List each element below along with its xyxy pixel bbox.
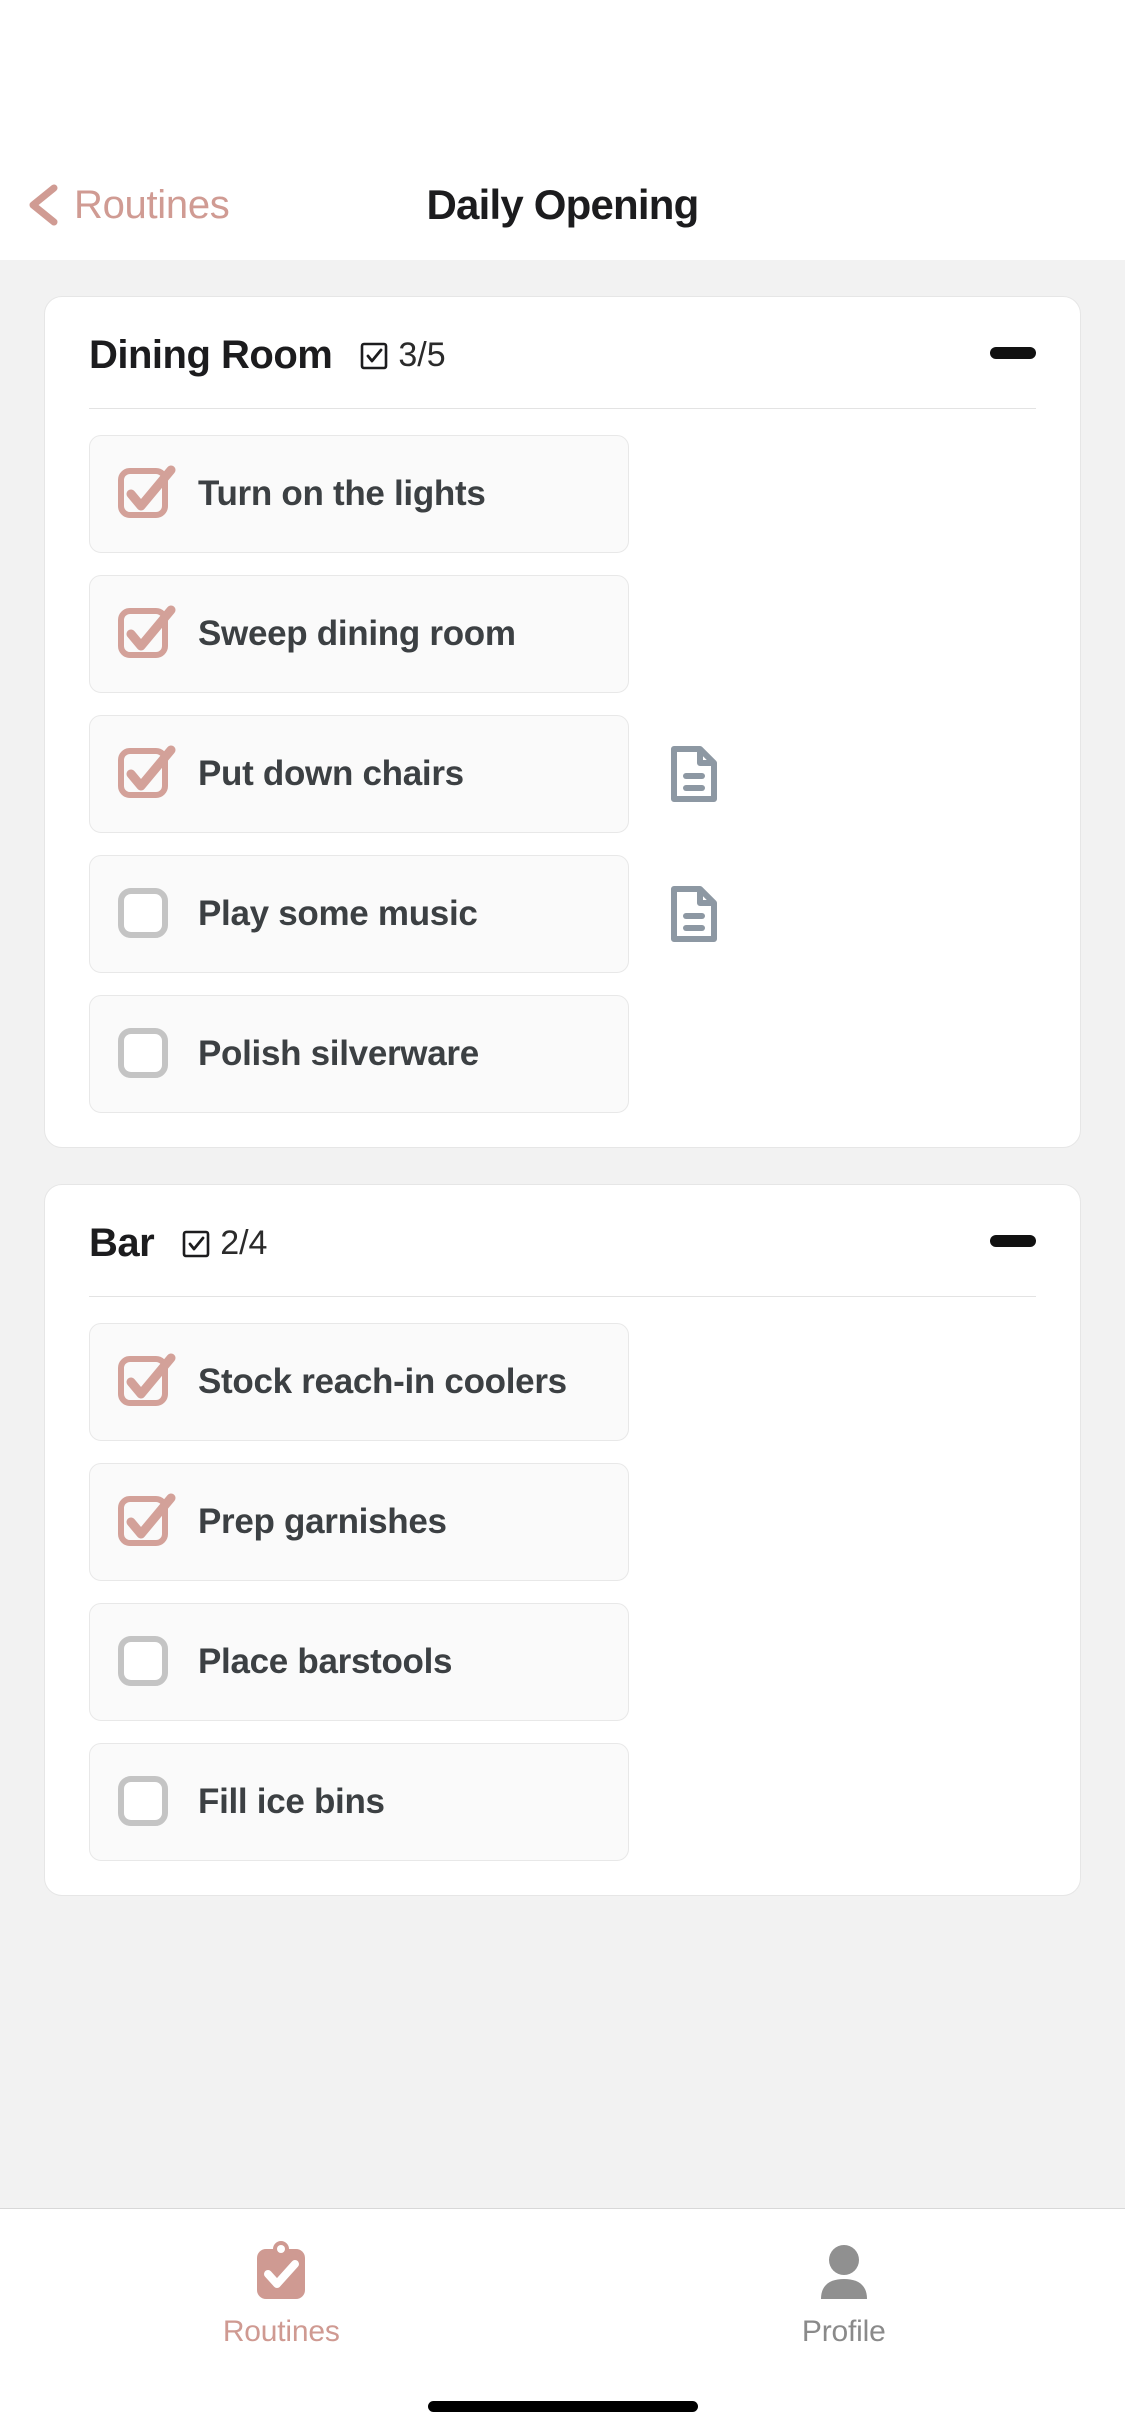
minus-icon[interactable] xyxy=(990,1235,1036,1247)
section-title: Bar xyxy=(89,1221,155,1265)
section-card: Bar 2/4 Stock reach-in coolers Prep garnish… xyxy=(44,1184,1081,1896)
task-list: Stock reach-in coolers Prep garnishes Plac… xyxy=(45,1297,1080,1861)
task-row: Play some music xyxy=(89,855,1036,973)
section-count-text: 3/5 xyxy=(398,336,446,374)
task-row: Stock reach-in coolers xyxy=(89,1323,1036,1441)
checkbox-unchecked-icon[interactable] xyxy=(118,1776,170,1828)
task-label: Turn on the lights xyxy=(198,474,486,513)
status-bar xyxy=(0,0,1125,150)
checkbox-unchecked-icon[interactable] xyxy=(118,1636,170,1688)
task-label: Sweep dining room xyxy=(198,614,516,653)
minus-icon[interactable] xyxy=(990,347,1036,359)
tab-profile-label: Profile xyxy=(801,2315,886,2348)
checkbox-checked-icon[interactable] xyxy=(118,465,176,520)
section-header[interactable]: Bar 2/4 xyxy=(45,1185,1080,1266)
tab-routines-label: Routines xyxy=(222,2315,340,2348)
task-item[interactable]: Place barstools xyxy=(89,1603,629,1721)
task-row: Put down chairs xyxy=(89,715,1036,833)
section-card: Dining Room 3/5 Turn on the lights Sweep di… xyxy=(44,296,1081,1148)
task-item[interactable]: Fill ice bins xyxy=(89,1743,629,1861)
routine-scroll-area[interactable]: Dining Room 3/5 Turn on the lights Sweep di… xyxy=(0,260,1125,2436)
task-item[interactable]: Turn on the lights xyxy=(89,435,629,553)
checkbox-unchecked-icon[interactable] xyxy=(118,1028,170,1080)
task-row: Prep garnishes xyxy=(89,1463,1036,1581)
task-label: Fill ice bins xyxy=(198,1782,385,1821)
task-row: Place barstools xyxy=(89,1603,1036,1721)
task-label: Put down chairs xyxy=(198,754,464,793)
note-document-icon[interactable] xyxy=(669,885,719,943)
home-indicator xyxy=(427,2401,698,2412)
section-progress: 3/5 xyxy=(360,336,446,375)
task-item[interactable]: Polish silverware xyxy=(89,995,629,1113)
checkbox-checked-icon xyxy=(360,342,388,370)
task-label: Stock reach-in coolers xyxy=(198,1362,567,1401)
task-label: Place barstools xyxy=(198,1642,453,1681)
task-label: Prep garnishes xyxy=(198,1502,447,1541)
checkbox-checked-icon xyxy=(182,1230,210,1258)
section-count-text: 2/4 xyxy=(220,1224,268,1262)
chevron-left-icon xyxy=(26,183,60,227)
back-button-label: Routines xyxy=(74,182,230,227)
task-row: Sweep dining room xyxy=(89,575,1036,693)
task-label: Polish silverware xyxy=(198,1034,479,1073)
person-icon xyxy=(815,2241,873,2303)
note-document-icon[interactable] xyxy=(669,745,719,803)
task-item[interactable]: Prep garnishes xyxy=(89,1463,629,1581)
section-title: Dining Room xyxy=(89,333,333,377)
nav-header: Routines Daily Opening xyxy=(0,150,1125,260)
task-list: Turn on the lights Sweep dining room Put d… xyxy=(45,409,1080,1113)
section-header[interactable]: Dining Room 3/5 xyxy=(45,297,1080,378)
task-item[interactable]: Stock reach-in coolers xyxy=(89,1323,629,1441)
checkbox-unchecked-icon[interactable] xyxy=(118,888,170,940)
checkbox-checked-icon[interactable] xyxy=(118,745,176,800)
checkbox-checked-icon[interactable] xyxy=(118,605,176,660)
task-item[interactable]: Put down chairs xyxy=(89,715,629,833)
section-progress: 2/4 xyxy=(182,1224,267,1263)
checkbox-checked-icon[interactable] xyxy=(118,1493,176,1548)
task-row: Polish silverware xyxy=(89,995,1036,1113)
checkbox-checked-icon[interactable] xyxy=(118,1353,176,1408)
task-row: Turn on the lights xyxy=(89,435,1036,553)
task-row: Fill ice bins xyxy=(89,1743,1036,1861)
task-label: Play some music xyxy=(198,894,478,933)
task-item[interactable]: Sweep dining room xyxy=(89,575,629,693)
task-item[interactable]: Play some music xyxy=(89,855,629,973)
back-button[interactable]: Routines xyxy=(26,182,230,228)
clipboard-check-icon xyxy=(253,2241,309,2303)
